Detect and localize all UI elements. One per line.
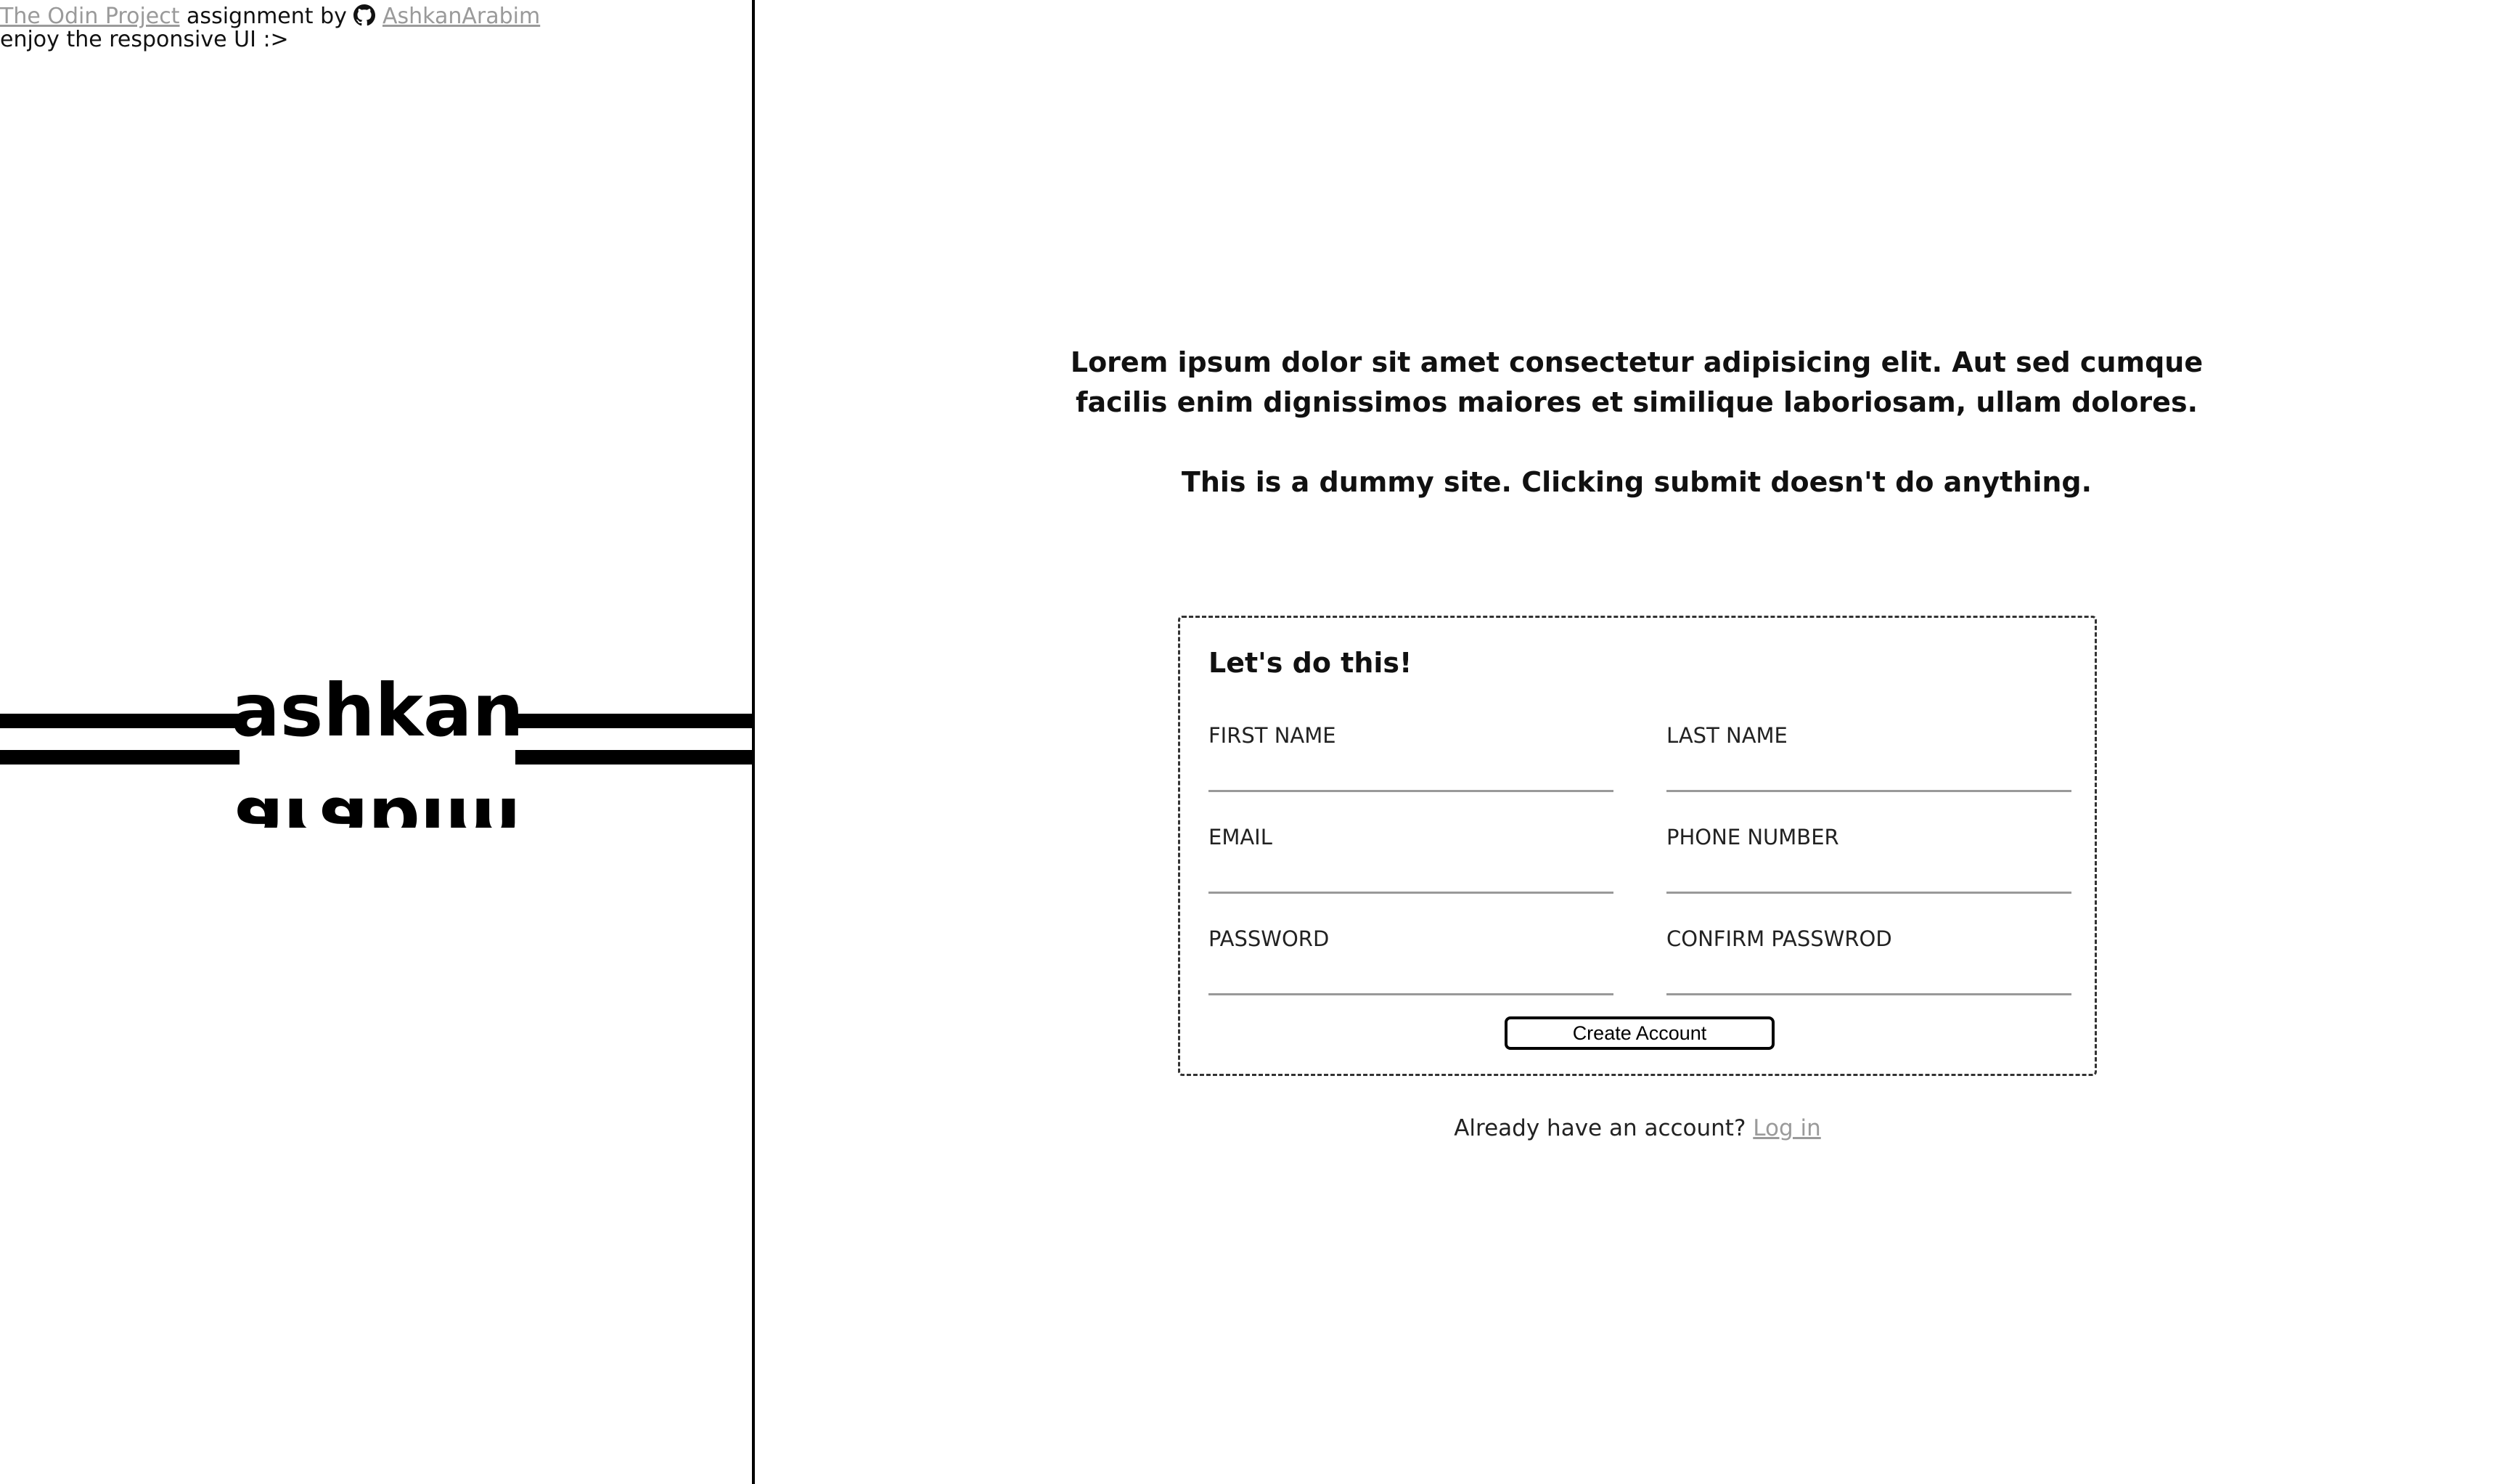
confirm-password-label: CONFIRM PASSWROD [1666, 926, 1892, 951]
github-icon [353, 4, 376, 26]
last-name-input[interactable] [1666, 763, 2071, 792]
author-link[interactable]: AshkanArabim [382, 4, 540, 29]
credit-tagline: enjoy the responsive UI :> [0, 27, 289, 52]
create-account-button[interactable]: Create Account [1505, 1016, 1775, 1050]
email-label: EMAIL [1208, 825, 1272, 849]
credit: The Odin Project assignment by AshkanAra… [0, 4, 540, 52]
login-prompt: Already have an account? Log in [1178, 1114, 2097, 1143]
email-input[interactable] [1208, 865, 1613, 894]
logo-line2: arabim [234, 781, 520, 828]
odin-project-link[interactable]: The Odin Project [0, 4, 180, 29]
first-name-label: FIRST NAME [1208, 723, 1336, 748]
confirm-password-field: CONFIRM PASSWROD [1666, 927, 2071, 995]
phone-field: PHONE NUMBER [1666, 825, 2071, 894]
first-name-input[interactable] [1208, 763, 1613, 792]
form-title: Let's do this! [1208, 647, 1412, 679]
confirm-password-input[interactable] [1666, 966, 2071, 995]
login-link[interactable]: Log in [1753, 1115, 1820, 1141]
credit-line: The Odin Project assignment by AshkanAra… [0, 4, 540, 28]
page: The Odin Project assignment by AshkanAra… [0, 0, 2520, 1484]
logo-line1: ashkan [231, 668, 523, 753]
last-name-field: LAST NAME [1666, 724, 2071, 792]
dummy-site-notice: This is a dummy site. Clicking submit do… [1181, 466, 2092, 498]
login-prompt-text: Already have an account? [1454, 1115, 1754, 1141]
intro-paragraph: Lorem ipsum dolor sit amet consectetur a… [1070, 346, 2204, 418]
last-name-label: LAST NAME [1666, 723, 1788, 748]
intro: Lorem ipsum dolor sit amet consectetur a… [1060, 343, 2214, 502]
password-input[interactable] [1208, 966, 1613, 995]
password-label: PASSWORD [1208, 926, 1330, 951]
signup-form: Let's do this! FIRST NAME LAST NAME EMAI… [1178, 616, 2097, 1076]
first-name-field: FIRST NAME [1208, 724, 1613, 792]
phone-label: PHONE NUMBER [1666, 825, 1839, 849]
phone-input[interactable] [1666, 865, 2071, 894]
password-field: PASSWORD [1208, 927, 1613, 995]
left-panel: The Odin Project assignment by AshkanAra… [0, 0, 755, 1484]
logo: ashkan arabim [0, 668, 755, 828]
credit-space [375, 4, 382, 29]
email-field: EMAIL [1208, 825, 1613, 894]
credit-middle-text: assignment by [179, 4, 354, 29]
